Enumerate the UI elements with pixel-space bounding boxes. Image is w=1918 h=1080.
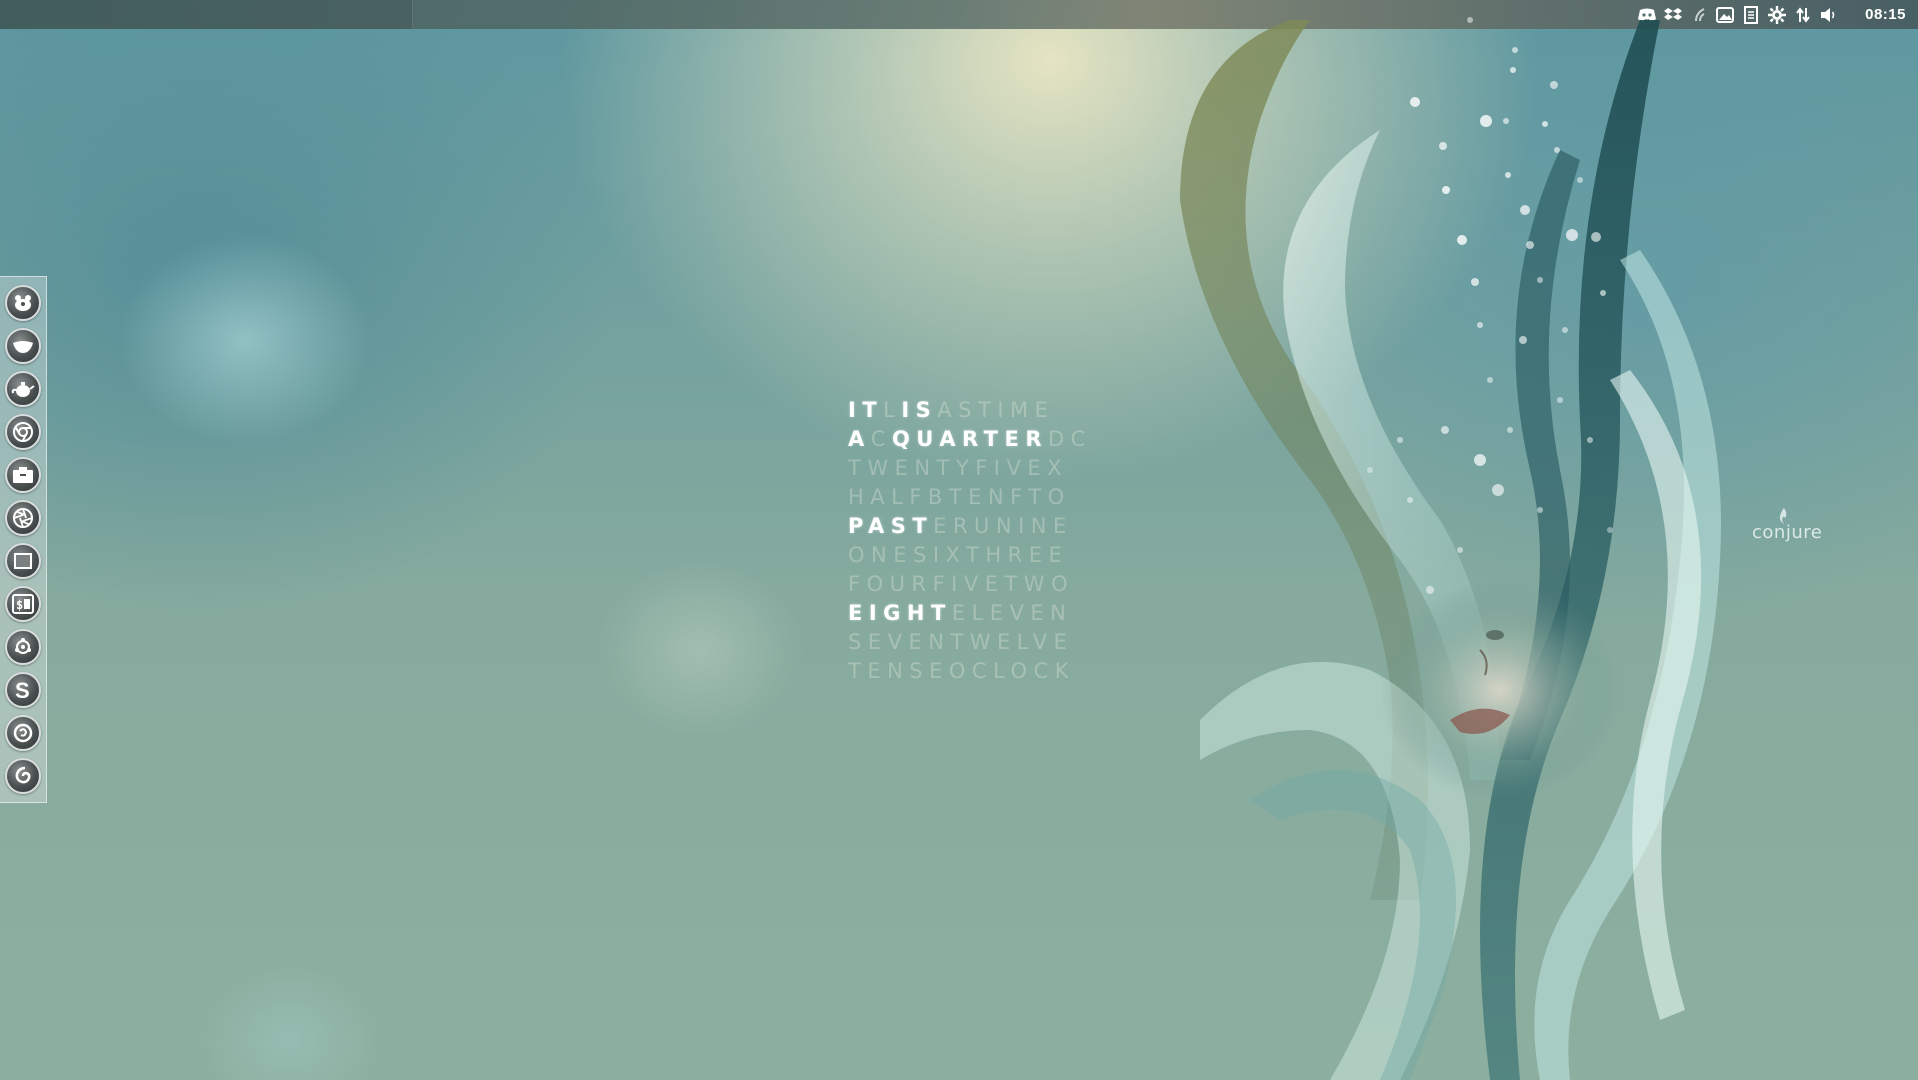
- word-clock-lit-word: EIGHT: [848, 601, 952, 625]
- word-clock-row: SEVENTWELVE: [848, 628, 1092, 657]
- word-clock-dim-letters: DC: [1048, 427, 1092, 451]
- settings-cog-icon[interactable]: [5, 629, 41, 665]
- word-clock-row: ACQUARTERDC: [848, 425, 1092, 454]
- svg-text:S: S: [15, 678, 30, 702]
- firefox-icon[interactable]: [5, 715, 41, 751]
- terminal-icon[interactable]: $: [5, 586, 41, 622]
- files-icon[interactable]: [5, 457, 41, 493]
- word-clock-row: HALFBTENFTO: [848, 483, 1092, 512]
- word-clock-lit-word: PAST: [848, 514, 934, 538]
- word-clock-dim-letters: SEVENTWELVE: [848, 630, 1074, 654]
- word-clock-row: TWENTYFIVEX: [848, 454, 1092, 483]
- word-clock-dim-letters: TWENTYFIVEX: [848, 456, 1069, 480]
- skype-icon[interactable]: S: [5, 672, 41, 708]
- word-clock-row: PASTERUNINE: [848, 512, 1092, 541]
- word-clock-lit-word: A: [848, 427, 871, 451]
- word-clock-widget: ITLISASTIME ACQUARTERDC TWENTYFIVEX HALFBTE…: [848, 396, 1092, 686]
- word-clock-row: FOURFIVETWO: [848, 570, 1092, 599]
- word-clock-dim-letters: C: [870, 427, 892, 451]
- gimp-icon[interactable]: [5, 285, 41, 321]
- word-clock-dim-letters: TENSEOCLOCK: [848, 659, 1076, 683]
- spiral-icon[interactable]: [5, 758, 41, 794]
- word-clock-lit-word: QUARTER: [891, 427, 1049, 451]
- word-clock-dim-letters: ELEVEN: [951, 601, 1073, 625]
- window-icon[interactable]: [5, 543, 41, 579]
- word-clock-dim-letters: L: [883, 398, 902, 422]
- panel-task-area[interactable]: [0, 0, 413, 29]
- left-dock: $ S: [0, 276, 47, 803]
- word-clock-row: ITLISASTIME: [848, 396, 1092, 425]
- svg-text:$: $: [16, 598, 23, 612]
- aperture-icon[interactable]: [5, 500, 41, 536]
- word-clock-dim-letters: FOURFIVETWO: [848, 572, 1075, 596]
- word-clock-dim-letters: HALFBTENFTO: [848, 485, 1071, 509]
- mail-bird-icon[interactable]: [5, 328, 41, 364]
- word-clock-dim-letters: ASTIME: [937, 398, 1055, 422]
- word-clock-row: TENSEOCLOCK: [848, 657, 1092, 686]
- word-clock-dim-letters: ERUNINE: [933, 514, 1073, 538]
- word-clock-row: ONESIXTHREE: [848, 541, 1092, 570]
- word-clock-lit-word: IT: [848, 398, 884, 422]
- wallpaper-watermark: conjure: [1752, 522, 1823, 543]
- teapot-icon[interactable]: [5, 371, 41, 407]
- chrome-icon[interactable]: [5, 414, 41, 450]
- word-clock-row: EIGHTELEVEN: [848, 599, 1092, 628]
- word-clock-lit-word: IS: [901, 398, 938, 422]
- word-clock-dim-letters: ONESIXTHREE: [848, 543, 1069, 567]
